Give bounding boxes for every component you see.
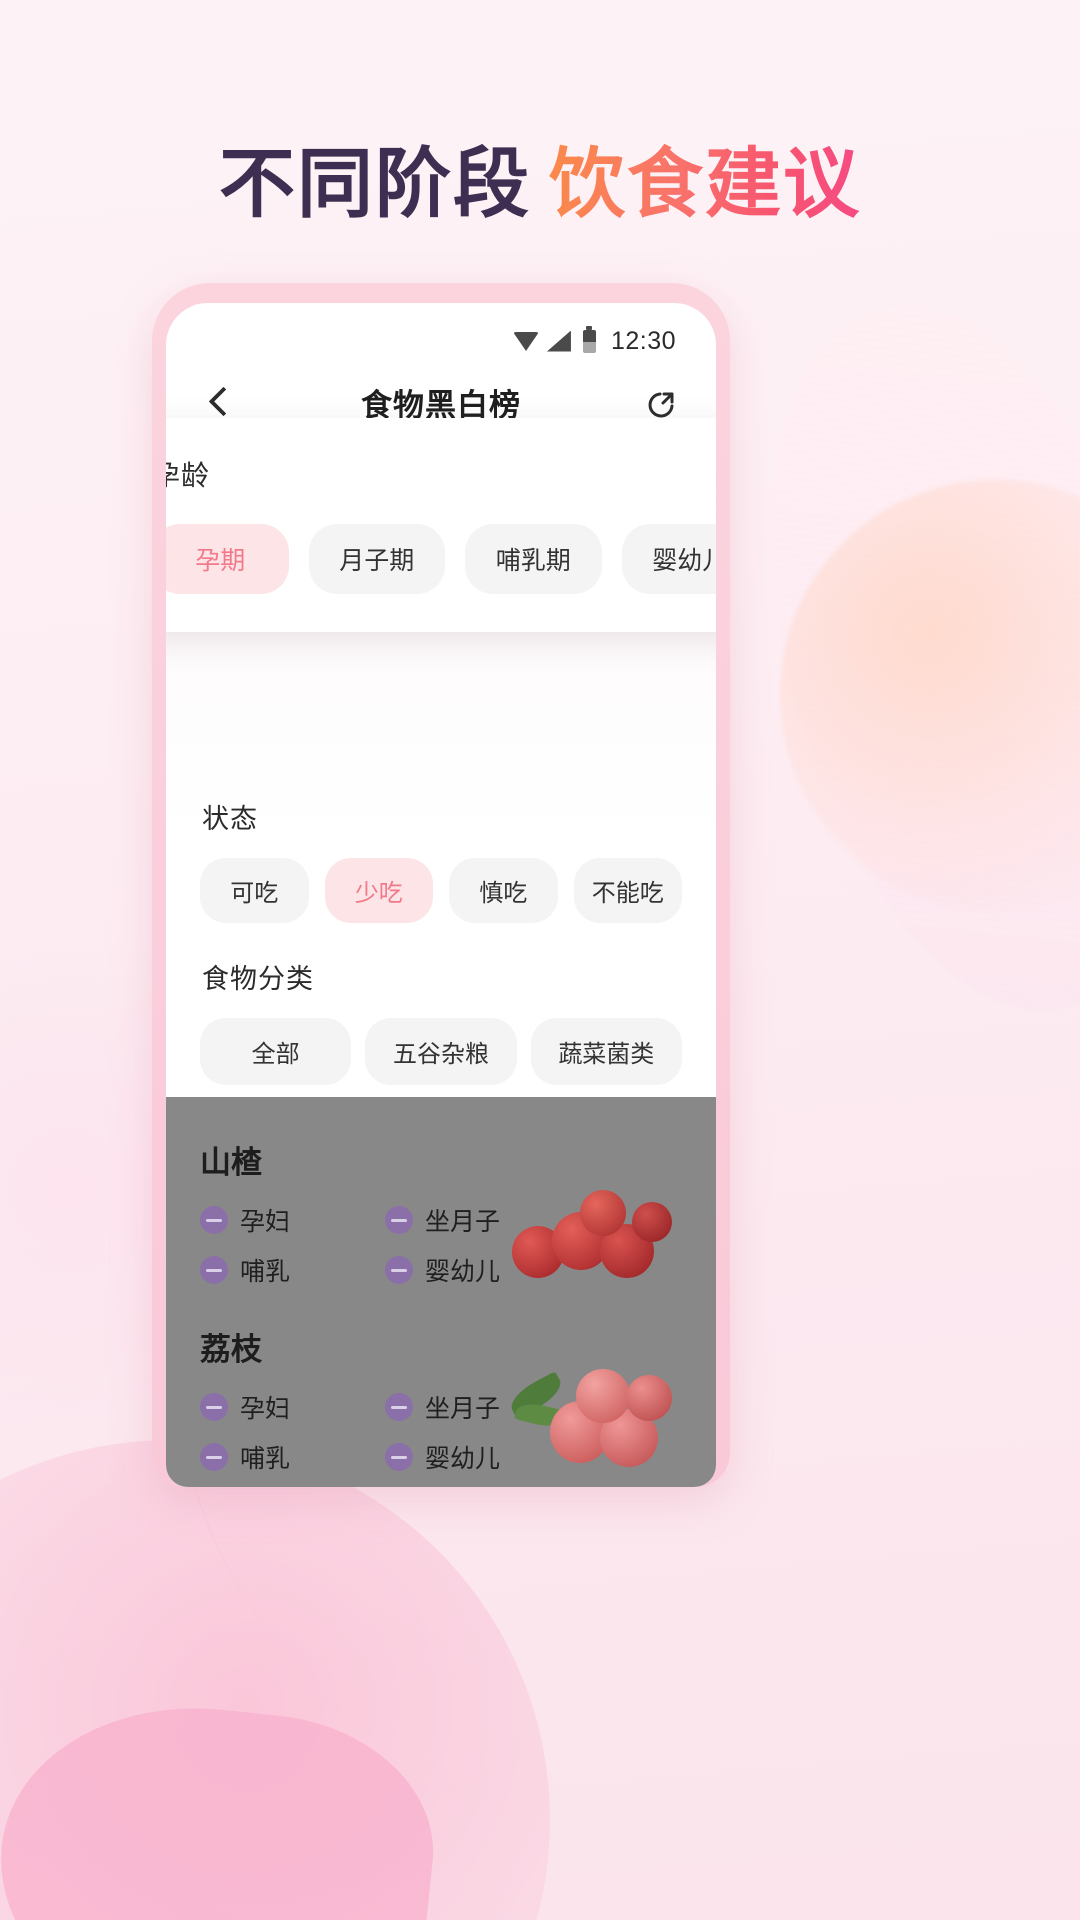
lychee-photo <box>505 1365 678 1473</box>
age-section-label: 孕龄 <box>166 460 211 491</box>
food-tag: 哺乳 <box>200 1252 385 1288</box>
bg-blob-bottom-left <box>0 1440 550 1920</box>
tag-dot-icon <box>385 1206 413 1234</box>
wifi-icon <box>512 331 539 351</box>
tag-dot-icon <box>200 1256 228 1284</box>
food-tag-label: 哺乳 <box>240 1445 291 1473</box>
list-item[interactable]: 荔枝 孕妇 坐月子 哺乳 婴幼儿 <box>200 1310 682 1479</box>
tag-dot-icon <box>200 1443 228 1471</box>
bg-blob-right-tall <box>708 267 1080 1053</box>
list-divider <box>200 1292 682 1310</box>
food-result-list: 山楂 孕妇 坐月子 哺乳 婴幼儿 荔枝 孕妇 坐月子 哺乳 婴幼儿 <box>166 1097 716 1487</box>
headline-gradient-segment: 饮食建议 <box>549 142 861 227</box>
battery-icon <box>582 325 596 353</box>
headline-dark-segment: 不同阶段 <box>219 142 531 227</box>
category-section-label: 食物分类 <box>202 964 314 994</box>
food-tag-label: 婴幼儿 <box>425 1445 501 1473</box>
food-tag: 孕妇 <box>200 1202 385 1238</box>
age-chip-infant[interactable]: 婴幼儿 <box>621 524 716 594</box>
bg-blob-peach-circle <box>780 480 1080 910</box>
age-chip-row: 孕期 月子期 哺乳期 婴幼儿 <box>166 524 716 594</box>
state-chip-shaochi[interactable]: 少吃 <box>324 858 433 923</box>
tag-dot-icon <box>200 1393 228 1421</box>
food-tag-label: 婴幼儿 <box>425 1258 501 1286</box>
phone-mockup: 12:30 食物黑白榜 状态 可吃 少吃 慎吃 不能吃 食物分类 全部 五谷杂粮… <box>152 283 730 1487</box>
state-chip-row: 可吃 少吃 慎吃 不能吃 <box>200 858 682 923</box>
category-chip-grains[interactable]: 五谷杂粮 <box>365 1018 517 1085</box>
category-chip-vegetables[interactable]: 蔬菜菌类 <box>530 1018 682 1085</box>
age-filter-card: 孕龄 孕期 月子期 哺乳期 婴幼儿 <box>166 418 716 632</box>
tag-dot-icon <box>385 1256 413 1284</box>
food-tag-label: 坐月子 <box>425 1395 501 1423</box>
page-headline: 不同阶段 饮食建议 <box>0 122 1080 232</box>
state-chip-shenchi[interactable]: 慎吃 <box>449 858 558 923</box>
food-tag: 孕妇 <box>200 1389 385 1425</box>
age-chip-pregnancy[interactable]: 孕期 <box>166 524 289 594</box>
food-name: 荔枝 <box>200 1332 262 1367</box>
food-tag-label: 坐月子 <box>425 1208 501 1236</box>
category-chip-all[interactable]: 全部 <box>200 1018 352 1085</box>
food-tag-label: 哺乳 <box>240 1258 291 1286</box>
state-section-label: 状态 <box>202 804 258 834</box>
status-bar-time: 12:30 <box>610 326 676 355</box>
state-chip-bunengchi[interactable]: 不能吃 <box>573 858 682 923</box>
tag-dot-icon <box>385 1393 413 1421</box>
signal-icon <box>546 330 571 352</box>
state-chip-keci[interactable]: 可吃 <box>200 858 309 923</box>
list-item[interactable]: 山楂 孕妇 坐月子 哺乳 婴幼儿 <box>200 1123 682 1292</box>
age-chip-lactation[interactable]: 哺乳期 <box>465 524 602 594</box>
phone-screen: 12:30 食物黑白榜 状态 可吃 少吃 慎吃 不能吃 食物分类 全部 五谷杂粮… <box>166 303 716 1487</box>
food-tag-label: 孕妇 <box>240 1395 291 1423</box>
food-tag-label: 孕妇 <box>240 1208 291 1236</box>
tag-dot-icon <box>385 1443 413 1471</box>
food-tag: 哺乳 <box>200 1439 385 1475</box>
bg-blob-bottom-accent <box>0 1688 447 1920</box>
status-bar: 12:30 <box>166 303 716 365</box>
age-chip-confinement[interactable]: 月子期 <box>308 524 445 594</box>
food-name: 山楂 <box>200 1145 262 1180</box>
tag-dot-icon <box>200 1206 228 1234</box>
share-icon[interactable] <box>642 382 682 422</box>
hawthorn-photo <box>506 1178 678 1286</box>
